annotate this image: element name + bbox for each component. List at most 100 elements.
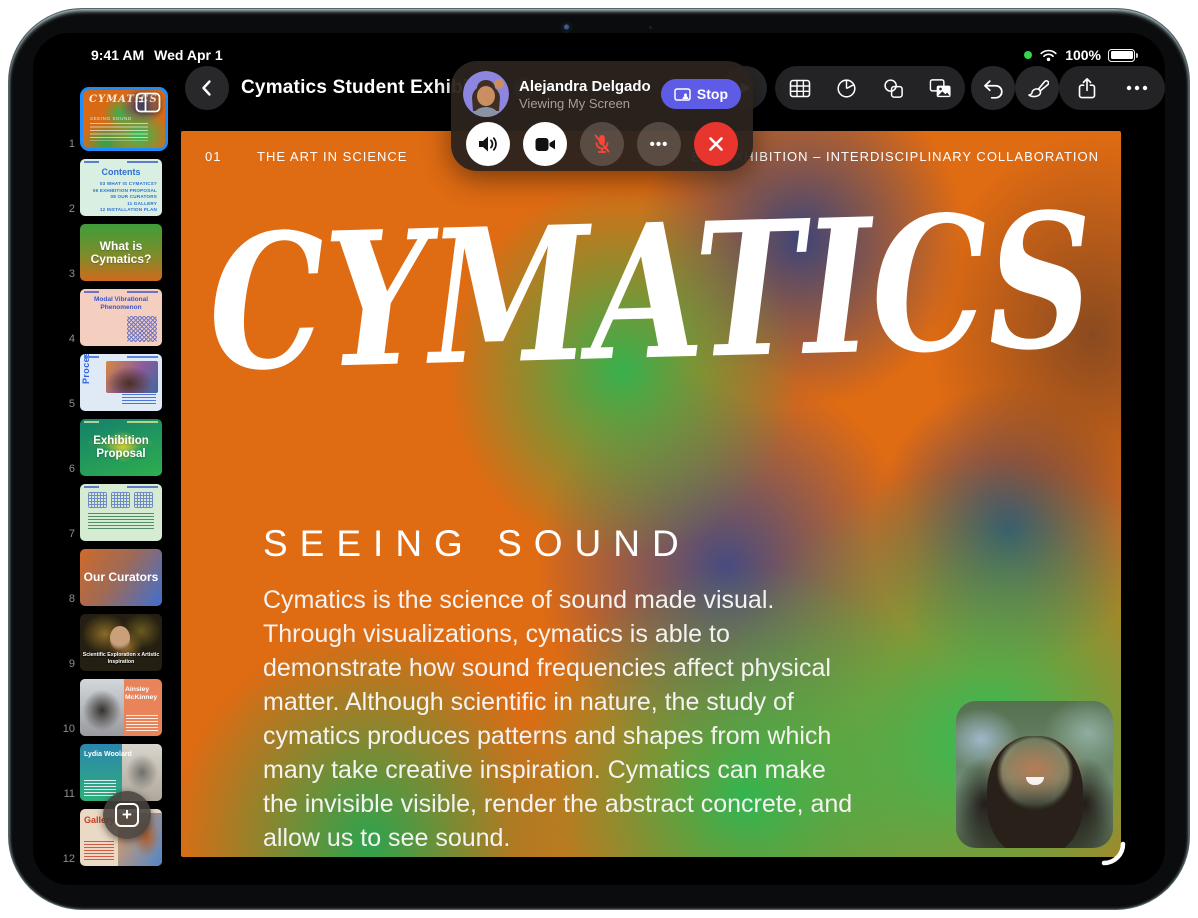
ipad-screen: 9:41 AM Wed Apr 1 100% Cymatics Student … <box>33 33 1165 885</box>
slide-number: 4 <box>68 333 75 345</box>
slide-number: 9 <box>68 658 75 670</box>
thumb-caption-lines <box>84 780 116 796</box>
thumb-header-line <box>84 161 158 163</box>
insert-table-button[interactable] <box>778 66 822 110</box>
big-title-art: CYMATICS <box>206 171 1095 412</box>
slide-number: 2 <box>68 203 75 215</box>
end-call-button[interactable] <box>694 122 738 166</box>
slide-thumbnail-1[interactable]: CYMATICS SEEING SOUND <box>80 87 168 151</box>
slide-thumbnail-4[interactable]: Modal Vibrational Phenomenon <box>80 289 162 346</box>
add-slide-button[interactable]: + <box>103 791 151 839</box>
slide-thumbnail-3[interactable]: What is Cymatics? <box>80 224 162 281</box>
thumb-toc: 03 WHAT IS CYMATICS? 06 EXHIBITION PROPO… <box>92 181 157 212</box>
stop-sharing-button[interactable]: Stop <box>660 79 741 109</box>
front-camera <box>561 22 572 33</box>
page-background: 9:41 AM Wed Apr 1 100% Cymatics Student … <box>0 0 1198 918</box>
end-call-x-icon <box>709 137 723 151</box>
slide-thumbnail-7[interactable] <box>80 484 162 541</box>
mic-muted-button[interactable] <box>580 122 624 166</box>
shapes-icon <box>884 78 903 98</box>
thumb-photo <box>80 679 124 736</box>
brush-icon <box>1027 79 1049 97</box>
slide-thumbnail-5[interactable]: Process <box>80 354 162 411</box>
video-button[interactable] <box>523 122 567 166</box>
speaker-button[interactable] <box>466 122 510 166</box>
insert-shape-button[interactable] <box>871 66 915 110</box>
thumb-title: Our Curators <box>83 570 159 584</box>
thumb-title: Exhibition Proposal <box>93 435 149 460</box>
screen-share-icon <box>674 87 691 101</box>
mic-muted-icon <box>594 134 610 153</box>
draw-button[interactable] <box>1015 66 1059 110</box>
green-indicator-dot <box>1024 51 1033 59</box>
thumb-patterns <box>88 492 154 508</box>
chevron-left-icon <box>202 80 211 96</box>
stop-label: Stop <box>696 86 728 102</box>
slide-number: 12 <box>62 853 75 865</box>
slide-navigator: 1 CYMATICS SEEING SOUND 2 Contents 03 WH… <box>61 87 183 867</box>
thumb-title: What is Cymatics? <box>90 238 152 266</box>
ellipsis-icon <box>1126 85 1148 91</box>
thumb-body-lines <box>90 123 148 141</box>
undo-button[interactable] <box>971 66 1015 110</box>
thumb-title: Modal Vibrational Phenomenon <box>93 296 149 311</box>
insert-tools-group <box>775 66 965 110</box>
big-title-text: CYMATICS <box>206 171 1095 412</box>
pie-chart-icon <box>837 78 856 98</box>
slide-body-text: Cymatics is the science of sound made vi… <box>263 586 853 852</box>
plus-icon: + <box>115 803 139 827</box>
status-time: 9:41 AM <box>91 47 145 63</box>
insert-media-button[interactable] <box>918 66 962 110</box>
undo-icon <box>984 80 1003 99</box>
slide-number: 3 <box>68 268 75 280</box>
slide-number: 5 <box>68 398 75 410</box>
slide-thumbnail-10[interactable]: Ainsley McKinney <box>80 679 162 736</box>
thumb-title: Process <box>81 354 91 384</box>
slide-thumbnail-9[interactable]: Scientific Exploration x Artistic Inspir… <box>80 614 162 671</box>
slide-thumbnail-2[interactable]: Contents 03 WHAT IS CYMATICS? 06 EXHIBIT… <box>80 159 162 216</box>
battery-icon <box>1108 48 1138 62</box>
thumb-caption-lines <box>84 841 114 861</box>
thumb-caption-lines <box>88 513 154 531</box>
thumb-header-line <box>84 356 158 358</box>
share-button[interactable] <box>1065 66 1109 110</box>
slide-number: 8 <box>68 593 75 605</box>
caller-name: Alejandra Delgado <box>519 77 651 95</box>
slide-header-left: THE ART IN SCIENCE <box>257 149 408 164</box>
thumb-photo <box>110 626 130 650</box>
thumb-title: Contents <box>101 167 141 177</box>
status-date: Wed Apr 1 <box>154 47 223 63</box>
ellipsis-icon: ••• <box>649 135 669 153</box>
slide-number: 11 <box>63 788 75 800</box>
self-video-pip[interactable] <box>956 701 1113 848</box>
table-icon <box>789 79 811 97</box>
sidebar-toggle-button[interactable] <box>135 92 161 116</box>
slide-heading: SEEING SOUND <box>263 523 691 564</box>
more-button[interactable] <box>1115 66 1159 110</box>
slide-thumbnail-6[interactable]: Exhibition Proposal <box>80 419 162 476</box>
thumb-header-line <box>84 291 158 293</box>
share-more-group <box>1059 66 1165 110</box>
video-camera-icon <box>535 137 555 151</box>
thumb-title: Scientific Exploration x Artistic Inspir… <box>82 652 160 665</box>
photos-icon <box>929 78 951 97</box>
thumb-caption-lines <box>126 715 158 731</box>
sidebar-toggle-icon <box>135 92 161 113</box>
thumb-title: Ainsley McKinney <box>125 686 158 701</box>
slide-thumbnail-8[interactable]: Our Curators <box>80 549 162 606</box>
wifi-icon <box>1040 49 1057 62</box>
slide-number: 6 <box>68 463 75 475</box>
insert-chart-button[interactable] <box>825 66 869 110</box>
thumb-caption-lines <box>122 394 156 406</box>
slide-number: 1 <box>68 138 75 150</box>
thumb-heading: SEEING SOUND <box>90 116 132 121</box>
share-status: Viewing My Screen <box>519 95 631 111</box>
memoji-avatar-icon <box>463 71 509 117</box>
battery-percent: 100% <box>1065 47 1101 63</box>
slide-index-label: 01 <box>205 149 222 164</box>
back-button[interactable] <box>185 66 229 110</box>
call-more-button[interactable]: ••• <box>637 122 681 166</box>
slide-header-right: ENT EXHIBITION – INTERDISCIPLINARY COLLA… <box>691 149 1099 164</box>
pip-portrait <box>986 736 1083 848</box>
thumb-header-line <box>84 486 158 488</box>
